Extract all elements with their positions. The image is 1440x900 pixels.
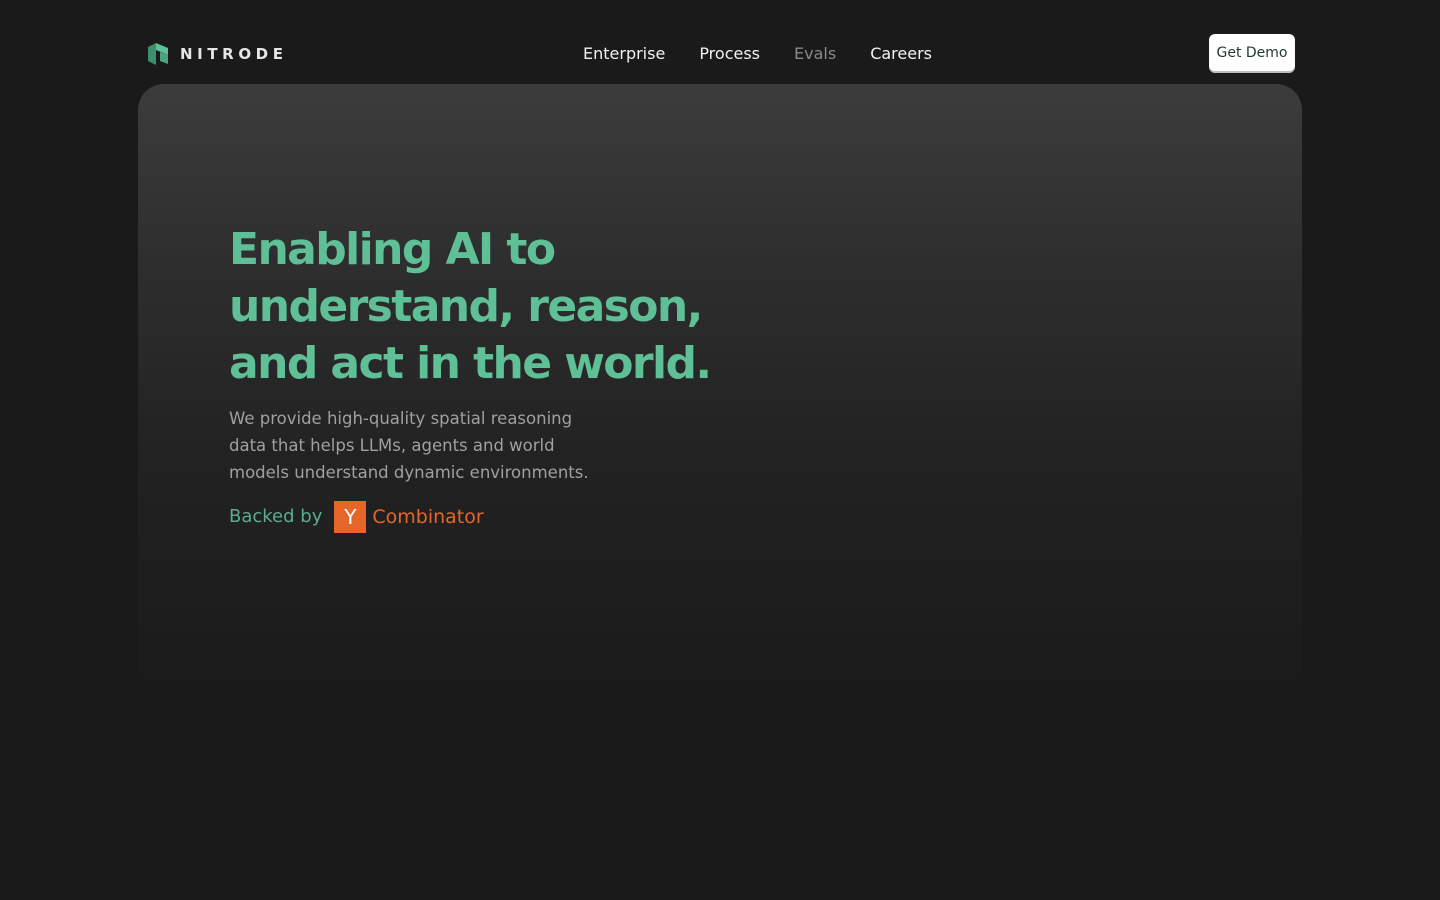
nitrode-logo-icon bbox=[148, 43, 168, 65]
hero-description-line: We provide high-quality spatial reasonin… bbox=[229, 409, 573, 428]
y-combinator-name: Combinator bbox=[372, 505, 484, 528]
backed-by-row: Backed by Y Combinator bbox=[229, 500, 484, 533]
get-demo-button[interactable]: Get Demo bbox=[1209, 34, 1295, 71]
nav-link-enterprise[interactable]: Enterprise bbox=[583, 43, 665, 65]
main-nav: Enterprise Process Evals Careers bbox=[583, 43, 932, 65]
hero-headline-line: understand, reason, bbox=[229, 281, 703, 332]
brand-name: NITRODE bbox=[180, 45, 288, 63]
hero-headline: Enabling AI to understand, reason, and a… bbox=[229, 221, 712, 392]
backed-by-label: Backed by bbox=[229, 506, 323, 527]
brand-logo[interactable]: NITRODE bbox=[147, 42, 288, 66]
site-header: NITRODE Enterprise Process Evals Careers… bbox=[0, 0, 1440, 84]
hero-description-line: models understand dynamic environments. bbox=[229, 463, 589, 482]
hero-description: We provide high-quality spatial reasonin… bbox=[229, 405, 629, 486]
hero-headline-line: and act in the world. bbox=[229, 338, 712, 389]
hero-description-line: data that helps LLMs, agents and world bbox=[229, 436, 555, 455]
nav-link-process[interactable]: Process bbox=[699, 43, 760, 65]
y-combinator-logo-icon: Y bbox=[334, 500, 367, 533]
page: NITRODE Enterprise Process Evals Careers… bbox=[0, 0, 1440, 900]
hero-headline-line: Enabling AI to bbox=[229, 224, 556, 275]
nav-link-careers[interactable]: Careers bbox=[870, 43, 932, 65]
nav-link-evals[interactable]: Evals bbox=[794, 43, 836, 65]
